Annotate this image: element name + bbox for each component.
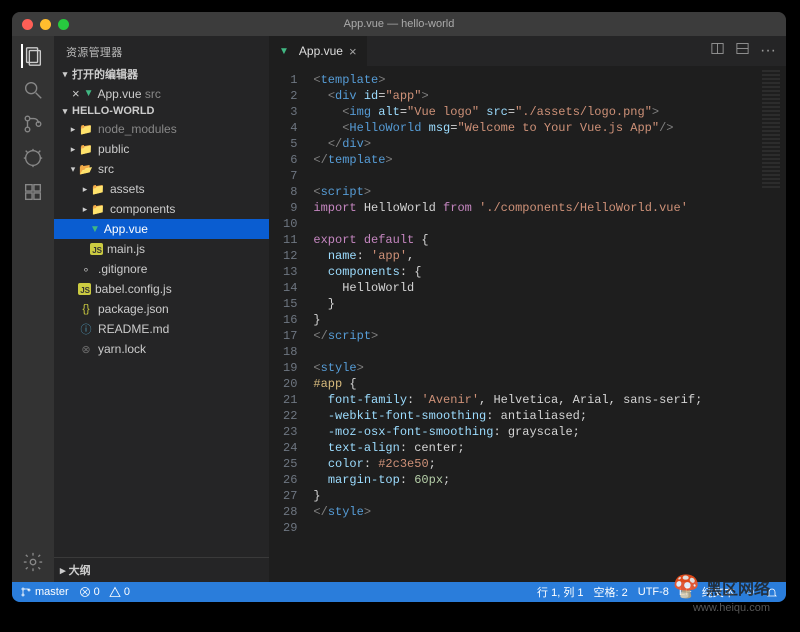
tree-item[interactable]: ▸📁node_modules (54, 119, 269, 139)
activity-bar (12, 36, 54, 582)
tree-item[interactable]: {}package.json (54, 299, 269, 319)
tab-app-vue[interactable]: ▼ App.vue × (269, 36, 368, 66)
outline-header[interactable]: ▸ 大纲 (54, 557, 269, 582)
cursor-position[interactable]: 行 1, 列 1 (537, 584, 583, 600)
open-editor-item[interactable]: × ▼ App.vue src (54, 84, 269, 103)
tree-item[interactable]: ▼App.vue (54, 219, 269, 239)
tree-item[interactable]: ▾📂src (54, 159, 269, 179)
close-icon[interactable]: × (72, 86, 80, 101)
workbench: 资源管理器 ▾打开的编辑器 × ▼ App.vue src ▾HELLO-WOR… (12, 36, 786, 582)
close-tab-icon[interactable]: × (349, 44, 357, 59)
sidebar-explorer: 资源管理器 ▾打开的编辑器 × ▼ App.vue src ▾HELLO-WOR… (54, 36, 269, 582)
tree-item[interactable]: JSbabel.config.js (54, 279, 269, 299)
editor-group: ▼ App.vue × ··· 123456789101112131415161… (269, 36, 786, 582)
watermark: 🍄黑区网络 www.heiqu.com (673, 574, 770, 600)
tree-item[interactable]: ▸📁assets (54, 179, 269, 199)
tree-item[interactable]: JSmain.js (54, 239, 269, 259)
vue-icon: ▼ (279, 46, 289, 57)
file-tree: ▸📁node_modules▸📁public▾📂src▸📁assets▸📁com… (54, 119, 269, 557)
problems[interactable]: 0 0 (79, 586, 130, 598)
encoding[interactable]: UTF-8 (638, 586, 669, 598)
sidebar-title: 资源管理器 (54, 36, 269, 64)
minimap[interactable] (762, 70, 784, 190)
git-branch[interactable]: master (20, 586, 69, 598)
extensions-icon[interactable] (21, 180, 45, 204)
titlebar[interactable]: App.vue — hello-world (12, 12, 786, 36)
line-numbers: 1234567891011121314151617181920212223242… (269, 66, 307, 582)
minimize-window-button[interactable] (40, 19, 51, 30)
tree-item[interactable]: ⊗yarn.lock (54, 339, 269, 359)
more-actions-icon[interactable]: ··· (760, 42, 776, 60)
editor-tabs: ▼ App.vue × ··· (269, 36, 786, 66)
tree-item[interactable]: ∘.gitignore (54, 259, 269, 279)
maximize-window-button[interactable] (58, 19, 69, 30)
tree-item[interactable]: ▸📁components (54, 199, 269, 219)
split-editor-icon[interactable] (710, 41, 725, 61)
split-editor-vertical-icon[interactable] (735, 41, 750, 61)
settings-gear-icon[interactable] (21, 550, 45, 574)
project-header[interactable]: ▾HELLO-WORLD (54, 103, 269, 119)
status-bar: master 0 0 行 1, 列 1 空格: 2 UTF-8 LF 纯文本 ☺ (12, 582, 786, 602)
source-control-icon[interactable] (21, 112, 45, 136)
text-editor[interactable]: 1234567891011121314151617181920212223242… (269, 66, 786, 582)
window-controls (22, 19, 69, 30)
tree-item[interactable]: ⓘREADME.md (54, 319, 269, 339)
code-content[interactable]: <template> <div id="app"> <img alt="Vue … (307, 66, 702, 582)
editor-actions: ··· (710, 36, 786, 66)
vscode-window: App.vue — hello-world 资源管理器 ▾打开的编辑器 × ▼ … (12, 12, 786, 602)
window-title: App.vue — hello-world (344, 18, 455, 30)
indentation[interactable]: 空格: 2 (594, 584, 628, 600)
vue-icon: ▼ (84, 88, 94, 99)
explorer-icon[interactable] (21, 44, 45, 68)
search-icon[interactable] (21, 78, 45, 102)
tree-item[interactable]: ▸📁public (54, 139, 269, 159)
debug-icon[interactable] (21, 146, 45, 170)
open-editors-header[interactable]: ▾打开的编辑器 (54, 64, 269, 84)
close-window-button[interactable] (22, 19, 33, 30)
